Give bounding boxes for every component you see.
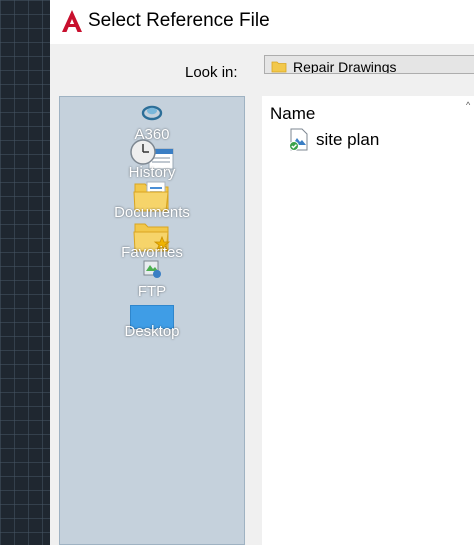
file-list: Name ^ site plan: [262, 96, 474, 545]
places-bar: A360 History Documents Favorites FTP Des…: [59, 96, 245, 545]
autocad-logo-icon: [62, 10, 82, 32]
select-reference-file-dialog: Select Reference File Look in: Repair Dr…: [50, 0, 474, 545]
file-name: site plan: [316, 130, 380, 149]
place-desktop[interactable]: Desktop: [60, 299, 244, 349]
a360-cloud-icon: [141, 105, 163, 121]
dialog-title: Select Reference File: [88, 10, 270, 31]
look-in-value: Repair Drawings: [293, 59, 397, 74]
sort-ascending-icon: ^: [466, 100, 471, 110]
drawing-file-icon: [289, 128, 308, 151]
folder-icon: [271, 61, 287, 73]
look-in-label: Look in:: [185, 64, 238, 81]
look-in-dropdown[interactable]: Repair Drawings: [264, 55, 474, 74]
place-label-desktop: Desktop: [124, 323, 180, 340]
place-label-ftp: FTP: [137, 283, 167, 300]
title-bar: Select Reference File: [50, 0, 474, 44]
name-column-header[interactable]: Name: [270, 104, 315, 124]
file-row[interactable]: site plan: [288, 128, 468, 151]
ftp-icon: [143, 260, 161, 278]
